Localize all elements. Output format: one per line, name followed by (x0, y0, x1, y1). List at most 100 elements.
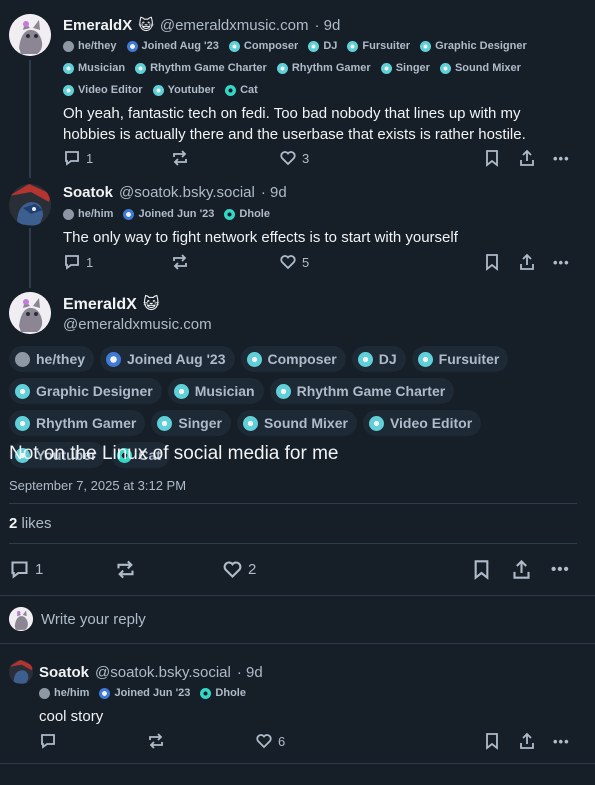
badge-role: Fursuiter (347, 38, 410, 54)
heart-icon (223, 560, 242, 578)
reply-icon (41, 734, 55, 749)
badge-joined[interactable]: Joined Aug '23 (100, 346, 235, 372)
badge-role[interactable]: DJ (351, 346, 406, 372)
role-icon (242, 415, 258, 431)
badge-role[interactable]: Composer (240, 346, 346, 372)
role-icon (275, 383, 291, 399)
badge-role[interactable]: Rhythm Gamer (9, 410, 146, 436)
badge-role[interactable]: Rhythm Game Charter (269, 378, 455, 404)
repost-button[interactable] (171, 253, 189, 271)
post-text: Oh yeah, fantastic tech on fedi. Too bad… (63, 105, 526, 143)
join-icon (99, 687, 111, 699)
badge-role[interactable]: Graphic Designer (9, 378, 162, 404)
role-icon (63, 62, 74, 74)
share-icon (513, 559, 530, 579)
badge-species: Dhole (224, 206, 270, 222)
more-options-icon[interactable]: ••• (551, 561, 570, 578)
badge-role: Video Editor (63, 82, 143, 98)
reply-input[interactable]: Write your reply (41, 611, 146, 628)
like-button[interactable]: 5 (279, 253, 309, 271)
join-icon (126, 40, 138, 52)
avatar[interactable] (9, 292, 51, 334)
bookmark-button[interactable] (483, 253, 501, 271)
bookmark-button[interactable] (483, 732, 501, 750)
pronoun-icon (63, 40, 74, 52)
more-options-icon[interactable]: ••• (553, 734, 570, 749)
repost-button[interactable] (115, 559, 136, 580)
bookmark-button[interactable] (471, 559, 492, 580)
handle[interactable]: @emeraldxmusic.com (63, 316, 212, 333)
display-name[interactable]: EmeraldX (63, 296, 137, 314)
dhole-avatar-icon (9, 184, 51, 226)
reply-button[interactable]: 1 (9, 559, 43, 580)
repost-button[interactable] (147, 732, 165, 750)
bookmark-icon (486, 733, 498, 750)
badge-species: Cat (225, 82, 258, 98)
role-icon (439, 62, 451, 74)
badge-pronoun[interactable]: he/they (9, 346, 95, 372)
badge-role: Singer (380, 60, 430, 76)
share-icon (520, 732, 534, 749)
cat-avatar-icon (9, 607, 33, 631)
badge-role[interactable]: Video Editor (362, 410, 482, 436)
role-icon (63, 84, 74, 96)
post-timestamp[interactable]: September 7, 2025 at 3:12 PM (9, 478, 186, 493)
badge-species: Dhole (200, 685, 246, 701)
pronoun-icon (63, 208, 74, 220)
share-button[interactable] (518, 149, 536, 167)
name-emoji: 😺 (138, 17, 154, 34)
repost-icon (117, 560, 134, 578)
post-actions: 1 3 ••• (63, 149, 573, 167)
reply-button[interactable] (39, 732, 57, 750)
role-icon (357, 351, 373, 367)
pronoun-icon (15, 351, 30, 367)
repost-button[interactable] (171, 149, 189, 167)
badge-role[interactable]: Fursuiter (411, 346, 509, 372)
reply-button[interactable]: 1 (63, 149, 93, 167)
bookmark-button[interactable] (483, 149, 501, 167)
more-options-icon[interactable]: ••• (553, 151, 570, 166)
bookmark-icon (474, 559, 489, 580)
display-name[interactable]: Soatok (63, 184, 113, 201)
more-options-icon[interactable]: ••• (553, 255, 570, 270)
avatar[interactable] (9, 14, 51, 56)
avatar[interactable] (9, 184, 51, 226)
role-icon (380, 62, 392, 74)
share-icon (520, 253, 534, 270)
handle[interactable]: @emeraldxmusic.com (160, 17, 309, 34)
post-age[interactable]: · 9d (314, 17, 340, 34)
share-button[interactable] (518, 732, 536, 750)
reply-icon (65, 255, 79, 270)
handle[interactable]: @soatok.bsky.social (119, 184, 255, 201)
cat-avatar-icon (9, 14, 51, 56)
role-icon (368, 415, 384, 431)
profile-badges: he/him Joined Jun '23 Dhole (63, 206, 563, 222)
reply-button[interactable]: 1 (63, 253, 93, 271)
likes-count: 2 (9, 515, 18, 532)
badge-role: Youtuber (152, 82, 215, 98)
reply-icon (65, 151, 79, 166)
bookmark-icon (486, 150, 498, 167)
post-actions: 6 ••• (39, 732, 573, 750)
badge-pronoun: he/him (39, 685, 89, 701)
post-age[interactable]: · 9d (261, 184, 287, 201)
role-icon (157, 415, 173, 431)
avatar[interactable] (9, 660, 33, 684)
post-age[interactable]: · 9d (237, 664, 263, 681)
badge-role[interactable]: Singer (151, 410, 231, 436)
name-emoji: 😺 (142, 296, 160, 313)
share-button[interactable] (511, 559, 532, 580)
like-button[interactable]: 3 (279, 149, 309, 167)
badge-role[interactable]: Sound Mixer (236, 410, 357, 436)
repost-icon (173, 150, 187, 166)
badge-role[interactable]: Musician (167, 378, 264, 404)
badge-role: Musician (63, 60, 125, 76)
display-name[interactable]: EmeraldX (63, 17, 132, 34)
likes-summary[interactable]: 2 likes (9, 515, 52, 532)
display-name[interactable]: Soatok (39, 664, 89, 681)
share-button[interactable] (518, 253, 536, 271)
like-button[interactable]: 2 (222, 559, 256, 580)
like-button[interactable]: 6 (255, 732, 285, 750)
handle[interactable]: @soatok.bsky.social (95, 664, 231, 681)
reply-icon (11, 560, 28, 579)
